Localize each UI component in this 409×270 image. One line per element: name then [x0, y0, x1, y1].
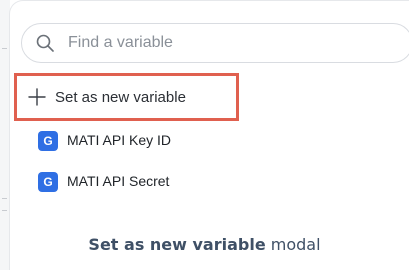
- set-as-new-variable-label: Set as new variable: [55, 89, 186, 106]
- screenshot-stage: Set as new variable G MATI API Key ID G …: [0, 0, 409, 270]
- variable-type-badge: G: [38, 131, 58, 151]
- variable-picker-modal: Set as new variable G MATI API Key ID G …: [9, 0, 409, 270]
- caption-bold-text: Set as new variable: [88, 235, 266, 254]
- variable-label: MATI API Key ID: [67, 132, 171, 148]
- variable-item-mati-api-secret[interactable]: G MATI API Secret: [26, 170, 386, 196]
- background-divider: [2, 198, 7, 199]
- search-icon: [36, 34, 54, 52]
- background-divider: [2, 48, 7, 49]
- variable-type-badge: G: [38, 172, 58, 192]
- caption-text: modal: [265, 235, 321, 254]
- set-as-new-variable-button[interactable]: Set as new variable: [14, 73, 239, 121]
- search-field[interactable]: [21, 23, 409, 63]
- figure-caption: Set as new variable modal: [0, 235, 409, 254]
- search-input[interactable]: [68, 33, 388, 53]
- variable-item-mati-api-key-id[interactable]: G MATI API Key ID: [26, 129, 386, 155]
- plus-icon: [28, 88, 46, 106]
- background-divider: [2, 210, 7, 211]
- variable-label: MATI API Secret: [67, 173, 170, 189]
